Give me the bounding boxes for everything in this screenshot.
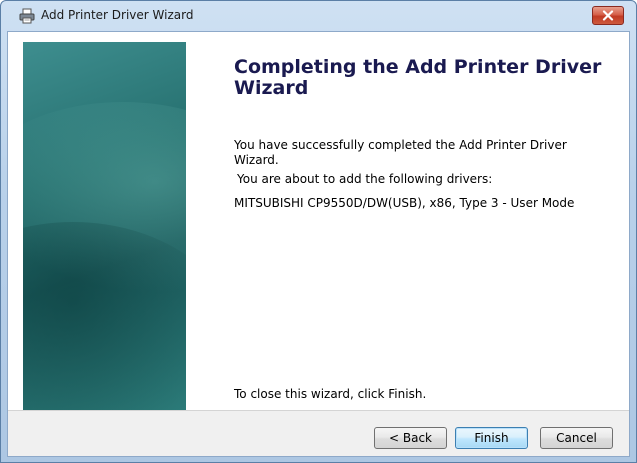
- about-text: You are about to add the following drive…: [237, 172, 493, 186]
- close-icon: [602, 10, 614, 21]
- success-text: You have successfully completed the Add …: [234, 138, 567, 167]
- wizard-window: Add Printer Driver Wizard Completing the…: [0, 0, 637, 463]
- printer-icon: [19, 8, 35, 24]
- cancel-button[interactable]: Cancel: [540, 427, 613, 449]
- wizard-banner-image: [23, 42, 186, 410]
- finish-button[interactable]: Finish: [455, 427, 528, 449]
- close-hint-text: To close this wizard, click Finish.: [234, 387, 427, 401]
- wizard-content: Completing the Add Printer Driver Wizard…: [7, 31, 630, 457]
- button-bar: [8, 410, 629, 456]
- driver-text: MITSUBISHI CP9550D/DW(USB), x86, Type 3 …: [234, 196, 575, 210]
- close-button[interactable]: [592, 6, 624, 25]
- title-bar[interactable]: Add Printer Driver Wizard: [1, 1, 636, 31]
- window-title: Add Printer Driver Wizard: [41, 8, 194, 22]
- back-button[interactable]: < Back: [374, 427, 447, 449]
- wizard-heading: Completing the Add Printer Driver Wizard: [234, 56, 602, 99]
